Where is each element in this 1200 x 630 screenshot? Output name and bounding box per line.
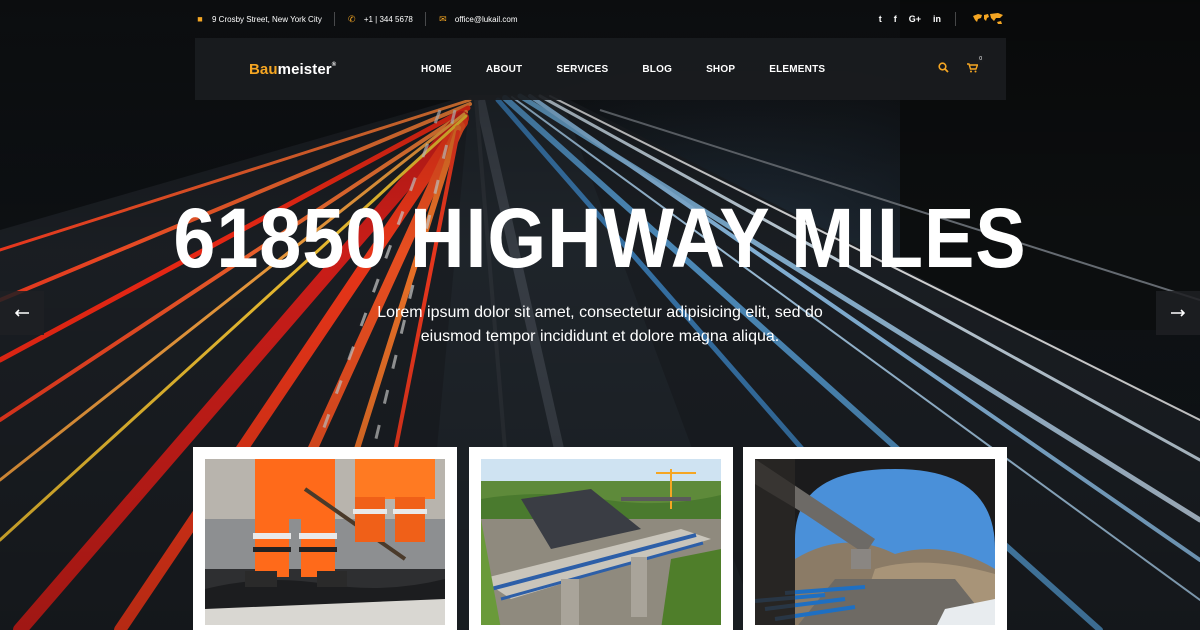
- nav-home[interactable]: HOME: [421, 64, 452, 75]
- slider-next-button[interactable]: [1156, 291, 1200, 335]
- address-info: ■ 9 Crosby Street, New York City: [195, 12, 322, 26]
- logo-accent: Bau: [249, 60, 278, 78]
- cart-icon[interactable]: 0: [967, 55, 984, 78]
- facebook-icon[interactable]: f: [894, 14, 897, 24]
- twitter-icon[interactable]: t: [879, 14, 882, 24]
- arrow-right-icon: [1171, 309, 1185, 317]
- project-card[interactable]: [469, 447, 733, 630]
- brand-logo[interactable]: Baumeister®: [249, 61, 369, 78]
- email-link[interactable]: office@lukail.com: [455, 15, 518, 24]
- phone-info: ✆ +1 | 344 5678: [347, 12, 413, 26]
- main-navbar: Baumeister® HOME ABOUT SERVICES BLOG SHO…: [195, 38, 1006, 100]
- social-links: t f G+ in: [879, 12, 1006, 26]
- world-map-icon[interactable]: [972, 12, 1006, 26]
- hero-subtitle: Lorem ipsum dolor sit amet, consectetur …: [377, 304, 823, 345]
- nav-services[interactable]: SERVICES: [556, 64, 608, 75]
- project-card[interactable]: [193, 447, 457, 630]
- main-menu: HOME ABOUT SERVICES BLOG SHOP ELEMENTS: [421, 64, 825, 75]
- phone-text[interactable]: +1 | 344 5678: [364, 15, 413, 24]
- logo-rest: meister: [277, 60, 332, 78]
- nav-blog[interactable]: BLOG: [642, 64, 672, 75]
- divider: [333, 12, 335, 26]
- arrow-left-icon: [15, 309, 29, 317]
- hero-headline: 61850 HIGHWAY MILES: [173, 191, 1027, 285]
- registered-mark: ®: [331, 61, 337, 68]
- nav-about[interactable]: ABOUT: [486, 64, 523, 75]
- project-card[interactable]: [743, 447, 1007, 630]
- tunnel-exit-image: [755, 459, 995, 625]
- slider-prev-button[interactable]: [0, 291, 44, 335]
- phone-icon: ✆: [348, 13, 356, 24]
- cart-count-badge: 0: [977, 55, 984, 63]
- envelope-icon: ✉: [439, 13, 447, 24]
- nav-actions: 0: [938, 55, 984, 78]
- bridge-construction-image: [481, 459, 721, 625]
- nav-elements[interactable]: ELEMENTS: [769, 64, 825, 75]
- email-info: ✉ office@lukail.com: [438, 12, 518, 26]
- linkedin-icon[interactable]: in: [933, 14, 941, 24]
- divider: [955, 12, 956, 26]
- divider: [424, 12, 426, 26]
- nav-shop[interactable]: SHOP: [706, 64, 735, 75]
- truck-icon: ■: [197, 14, 203, 24]
- top-info-bar: ■ 9 Crosby Street, New York City ✆ +1 | …: [195, 0, 1006, 38]
- google-plus-icon[interactable]: G+: [909, 14, 921, 24]
- address-text: 9 Crosby Street, New York City: [212, 14, 322, 24]
- road-workers-image: [205, 459, 445, 625]
- search-icon[interactable]: [938, 60, 949, 78]
